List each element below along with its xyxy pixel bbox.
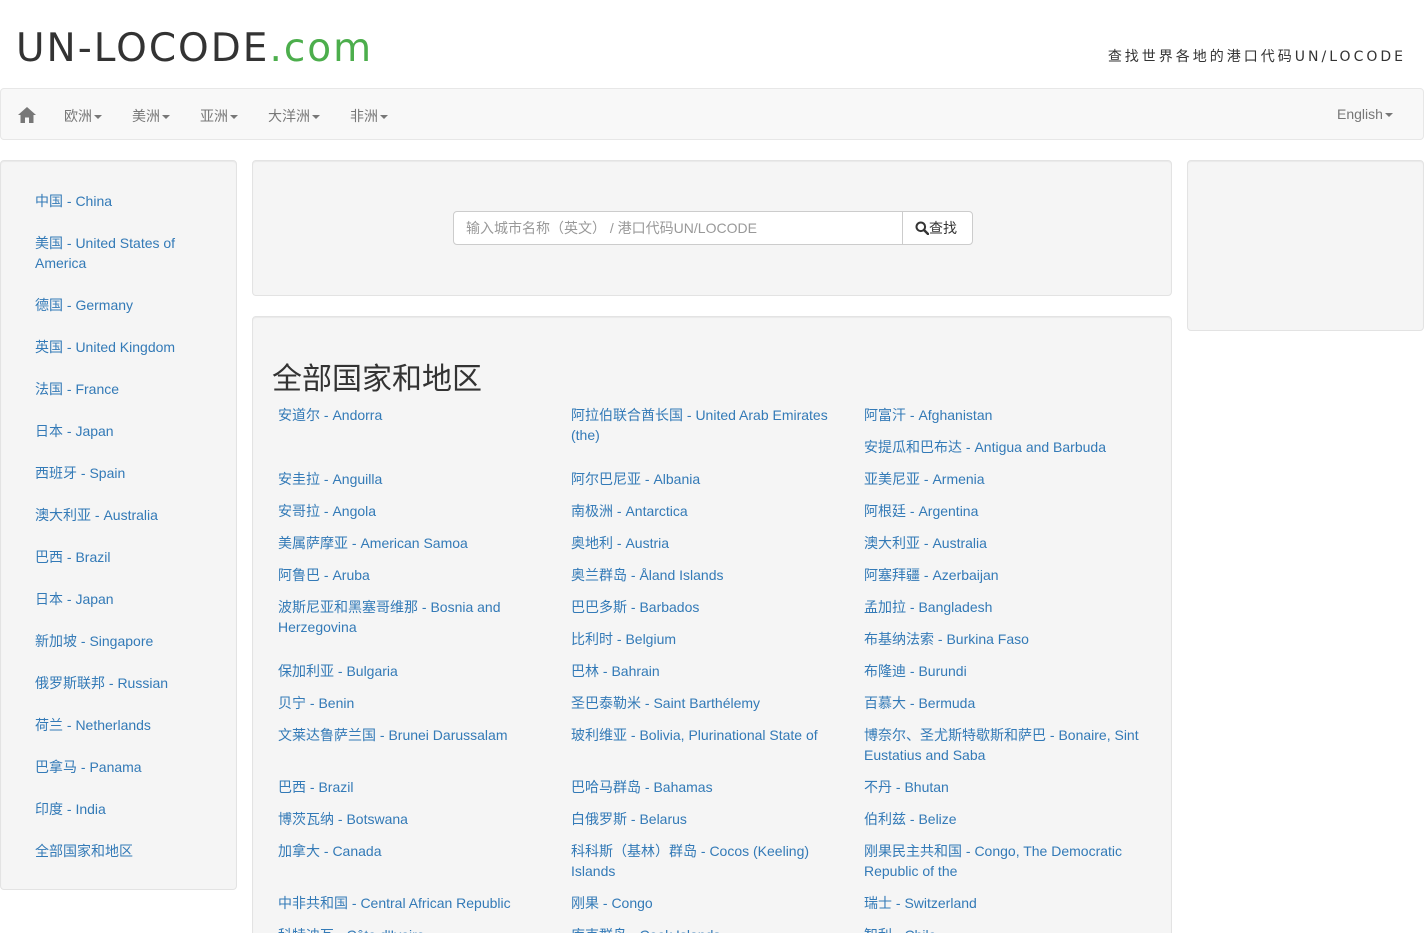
country-link-burundi[interactable]: 布隆迪 - Burundi: [864, 661, 1132, 681]
sidebar-item-germany[interactable]: 德国 - Germany: [35, 295, 215, 315]
sidebar-item-all-countries[interactable]: 全部国家和地区: [35, 841, 215, 861]
country-link-bangladesh[interactable]: 孟加拉 - Bangladesh: [864, 597, 1132, 617]
caret-down-icon: [1384, 113, 1393, 118]
country-link-afghanistan[interactable]: 阿富汗 - Afghanistan: [864, 405, 1132, 425]
country-link-belarus[interactable]: 白俄罗斯 - Belarus: [571, 809, 839, 829]
main-navbar: 欧洲 美洲 亚洲 大洋洲 非洲 English: [0, 88, 1424, 140]
sidebar-item-netherlands[interactable]: 荷兰 - Netherlands: [35, 715, 215, 735]
country-link-armenia[interactable]: 亚美尼亚 - Armenia: [864, 469, 1132, 489]
country-link-congo-drc[interactable]: 刚果民主共和国 - Congo, The Democratic Republic…: [864, 841, 1149, 881]
country-link-brunei[interactable]: 文莱达鲁萨兰国 - Brunei Darussalam: [278, 725, 546, 745]
search-input[interactable]: [453, 211, 903, 245]
country-link-bosnia[interactable]: 波斯尼亚和黑塞哥维那 - Bosnia and Herzegovina: [278, 597, 528, 637]
country-link-canada[interactable]: 加拿大 - Canada: [278, 841, 546, 861]
country-link-anguilla[interactable]: 安圭拉 - Anguilla: [278, 469, 546, 489]
country-link-bermuda[interactable]: 百慕大 - Bermuda: [864, 693, 1132, 713]
nav-africa[interactable]: 非洲: [350, 106, 388, 126]
nav-oceania[interactable]: 大洋洲: [268, 106, 320, 126]
country-link-uae[interactable]: 阿拉伯联合酋长国 - United Arab Emirates (the): [571, 405, 839, 445]
caret-down-icon: [162, 115, 170, 120]
country-link-botswana[interactable]: 博茨瓦纳 - Botswana: [278, 809, 546, 829]
sidebar-item-panama[interactable]: 巴拿马 - Panama: [35, 757, 215, 777]
sidebar-item-usa[interactable]: 美国 - United States of America: [35, 233, 215, 273]
country-link-aland-islands[interactable]: 奥兰群岛 - Åland Islands: [571, 565, 839, 585]
search-icon: [915, 221, 930, 236]
site-logo[interactable]: UN-LOCODE.com: [16, 26, 373, 71]
country-link-bulgaria[interactable]: 保加利亚 - Bulgaria: [278, 661, 546, 681]
sidebar-item-japan[interactable]: 日本 - Japan: [35, 421, 215, 441]
country-link-cocos-islands[interactable]: 科科斯（基林）群岛 - Cocos (Keeling) Islands: [571, 841, 833, 881]
search-button-label: 查找: [929, 220, 957, 236]
country-link-american-samoa[interactable]: 美属萨摩亚 - American Samoa: [278, 533, 546, 553]
country-link-congo[interactable]: 刚果 - Congo: [571, 893, 839, 913]
country-link-switzerland[interactable]: 瑞士 - Switzerland: [864, 893, 1132, 913]
sidebar-item-france[interactable]: 法国 - France: [35, 379, 215, 399]
caret-down-icon: [94, 115, 102, 120]
country-link-belize[interactable]: 伯利兹 - Belize: [864, 809, 1132, 829]
country-link-chile[interactable]: 智利 - Chile: [864, 925, 1132, 933]
site-tagline: 查找世界各地的港口代码UN/LOCODE: [1107, 49, 1406, 65]
country-link-burkina-faso[interactable]: 布基纳法索 - Burkina Faso: [864, 629, 1132, 649]
country-link-belgium[interactable]: 比利时 - Belgium: [571, 629, 839, 649]
country-link-cook-islands[interactable]: 库克群岛 - Cook Islands: [571, 925, 839, 933]
country-link-central-african-republic[interactable]: 中非共和国 - Central African Republic: [278, 893, 546, 913]
country-link-bonaire[interactable]: 博奈尔、圣尤斯特歇斯和萨巴 - Bonaire, Sint Eustatius …: [864, 725, 1149, 765]
all-countries-title: 全部国家和地区: [272, 362, 482, 397]
country-link-saint-barthelemy[interactable]: 圣巴泰勒米 - Saint Barthélemy: [571, 693, 839, 713]
caret-down-icon: [380, 115, 388, 120]
country-link-angola[interactable]: 安哥拉 - Angola: [278, 501, 546, 521]
sidebar-item-russia[interactable]: 俄罗斯联邦 - Russian: [35, 673, 215, 693]
country-link-austria[interactable]: 奥地利 - Austria: [571, 533, 839, 553]
caret-down-icon: [312, 115, 320, 120]
country-link-barbados[interactable]: 巴巴多斯 - Barbados: [571, 597, 839, 617]
site-header: UN-LOCODE.com 查找世界各地的港口代码UN/LOCODE: [0, 0, 1424, 88]
sidebar-item-uk[interactable]: 英国 - United Kingdom: [35, 337, 215, 357]
sidebar-item-australia[interactable]: 澳大利亚 - Australia: [35, 505, 215, 525]
home-icon[interactable]: [17, 106, 37, 124]
sidebar-item-brazil[interactable]: 巴西 - Brazil: [35, 547, 215, 567]
country-link-bahamas[interactable]: 巴哈马群岛 - Bahamas: [571, 777, 839, 797]
country-link-antarctica[interactable]: 南极洲 - Antarctica: [571, 501, 839, 521]
right-side-panel: [1187, 160, 1424, 331]
country-link-aruba[interactable]: 阿鲁巴 - Aruba: [278, 565, 546, 585]
caret-down-icon: [230, 115, 238, 120]
nav-americas[interactable]: 美洲: [132, 106, 170, 126]
country-link-bhutan[interactable]: 不丹 - Bhutan: [864, 777, 1132, 797]
language-dropdown[interactable]: English: [1337, 106, 1393, 122]
sidebar-item-japan-2[interactable]: 日本 - Japan: [35, 589, 215, 609]
search-button[interactable]: 查找: [902, 211, 973, 245]
country-link-andorra[interactable]: 安道尔 - Andorra: [278, 405, 546, 425]
country-link-cote-divoire[interactable]: 科特迪瓦 - Côte d'Ivoire: [278, 925, 546, 933]
country-link-bolivia[interactable]: 玻利维亚 - Bolivia, Plurinational State of: [571, 725, 851, 745]
country-link-antigua-barbuda[interactable]: 安提瓜和巴布达 - Antigua and Barbuda: [864, 437, 1154, 457]
country-link-benin[interactable]: 贝宁 - Benin: [278, 693, 546, 713]
search-panel: 查找: [252, 160, 1172, 296]
sidebar-item-india[interactable]: 印度 - India: [35, 799, 215, 819]
sidebar-item-spain[interactable]: 西班牙 - Spain: [35, 463, 215, 483]
country-link-australia[interactable]: 澳大利亚 - Australia: [864, 533, 1132, 553]
popular-countries-sidebar: 中国 - China 美国 - United States of America…: [0, 160, 237, 890]
country-link-albania[interactable]: 阿尔巴尼亚 - Albania: [571, 469, 839, 489]
country-link-bahrain[interactable]: 巴林 - Bahrain: [571, 661, 839, 681]
country-link-azerbaijan[interactable]: 阿塞拜疆 - Azerbaijan: [864, 565, 1132, 585]
nav-europe[interactable]: 欧洲: [64, 106, 102, 126]
sidebar-item-china[interactable]: 中国 - China: [35, 191, 215, 211]
country-link-brazil[interactable]: 巴西 - Brazil: [278, 777, 546, 797]
sidebar-item-singapore[interactable]: 新加坡 - Singapore: [35, 631, 215, 651]
country-link-argentina[interactable]: 阿根廷 - Argentina: [864, 501, 1132, 521]
nav-asia[interactable]: 亚洲: [200, 106, 238, 126]
